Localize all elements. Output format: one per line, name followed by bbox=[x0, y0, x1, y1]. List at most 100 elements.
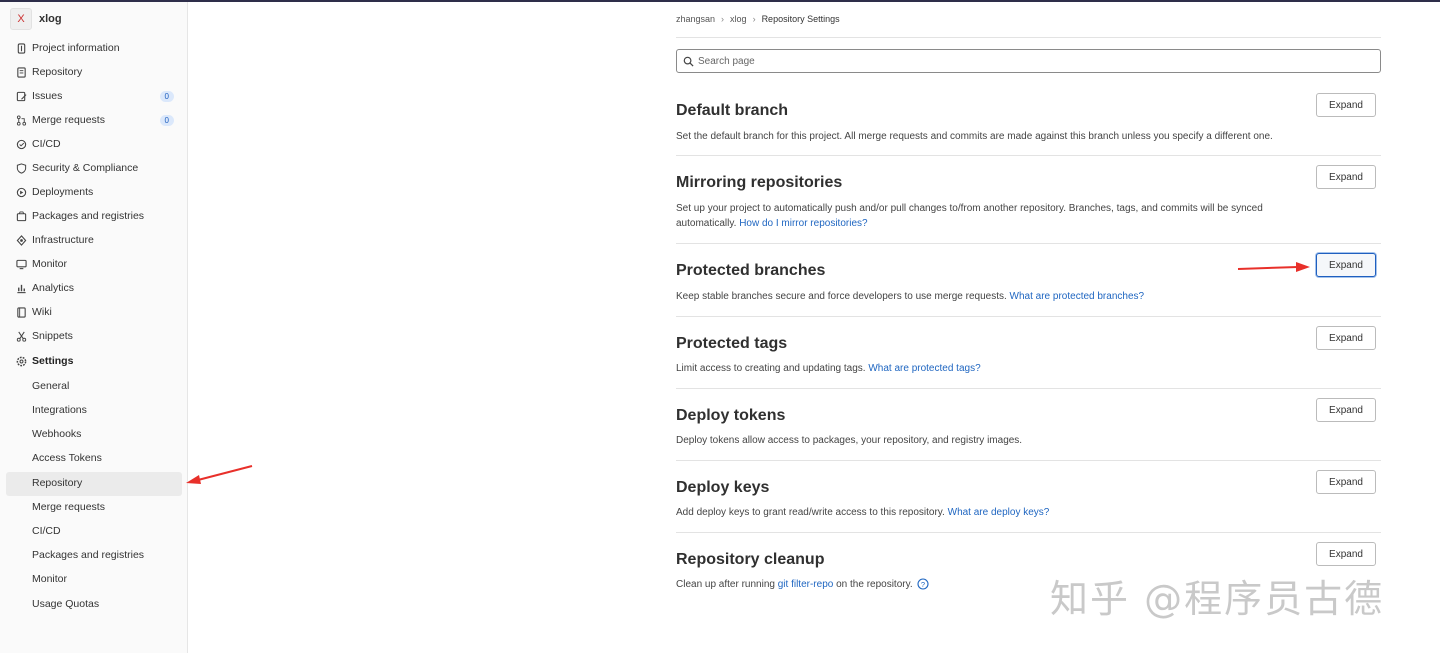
repository-icon bbox=[17, 66, 26, 78]
sidebar-item-label: Merge requests bbox=[32, 114, 105, 126]
infrastructure-icon bbox=[16, 234, 27, 246]
sidebar-item-security-compliance[interactable]: Security & Compliance bbox=[16, 158, 174, 178]
expand-button-default-branch[interactable]: Expand bbox=[1316, 93, 1376, 117]
git-filter-repo-link[interactable]: git filter-repo bbox=[778, 579, 834, 590]
description-text: Add deploy keys to grant read/write acce… bbox=[676, 507, 945, 518]
sidebar-item-analytics[interactable]: Analytics bbox=[16, 278, 174, 298]
section-divider bbox=[676, 155, 1381, 156]
sidebar-item-packages-registries[interactable]: Packages and registries bbox=[16, 206, 174, 226]
settings-sub-repository[interactable]: Repository bbox=[32, 473, 82, 493]
analytics-icon bbox=[17, 284, 26, 293]
sidebar-item-repository[interactable]: Repository bbox=[16, 62, 174, 82]
sidebar: X xlog Project information Repository Is… bbox=[0, 2, 188, 653]
deployments-icon bbox=[16, 187, 27, 197]
sidebar-item-label: Deployments bbox=[32, 186, 94, 198]
section-divider bbox=[676, 460, 1381, 461]
project-name: xlog bbox=[39, 13, 62, 25]
description-text: on the repository. bbox=[836, 579, 913, 590]
shield-icon bbox=[16, 162, 27, 174]
settings-sub-packages-registries[interactable]: Packages and registries bbox=[32, 545, 144, 565]
question-circle-icon[interactable]: ? bbox=[917, 578, 929, 590]
monitor-icon bbox=[16, 259, 27, 269]
sidebar-item-label: Settings bbox=[32, 355, 74, 367]
search-icon bbox=[683, 56, 694, 67]
sidebar-item-settings[interactable]: Settings bbox=[16, 351, 174, 371]
description-text: Limit access to creating and updating ta… bbox=[676, 363, 866, 374]
settings-icon bbox=[16, 356, 27, 366]
settings-sub-integrations[interactable]: Integrations bbox=[32, 400, 87, 420]
sidebar-item-label: Infrastructure bbox=[32, 234, 94, 246]
settings-sub-general[interactable]: General bbox=[32, 376, 69, 396]
sidebar-item-issues[interactable]: Issues 0 bbox=[16, 86, 174, 106]
section-title: Default branch bbox=[676, 102, 789, 119]
wiki-icon bbox=[17, 306, 26, 318]
chevron-right-icon: › bbox=[752, 14, 756, 24]
sidebar-item-infrastructure[interactable]: Infrastructure bbox=[16, 230, 174, 250]
section-title: Deploy tokens bbox=[676, 407, 786, 424]
breadcrumb-current[interactable]: Repository Settings bbox=[762, 14, 840, 24]
sidebar-item-label: Project information bbox=[32, 42, 120, 54]
section-description: Set the default branch for this project.… bbox=[676, 129, 1296, 144]
annotation-arrow-sidebar bbox=[186, 465, 253, 484]
protected-branches-help-link[interactable]: What are protected branches? bbox=[1010, 291, 1145, 302]
search-input[interactable] bbox=[698, 55, 1358, 67]
expand-button-protected-tags[interactable]: Expand bbox=[1316, 326, 1376, 350]
sidebar-item-wiki[interactable]: Wiki bbox=[16, 302, 174, 322]
settings-sub-webhooks[interactable]: Webhooks bbox=[32, 424, 81, 444]
sidebar-item-label: Monitor bbox=[32, 258, 68, 270]
description-text: Keep stable branches secure and force de… bbox=[676, 291, 1007, 302]
sidebar-item-label: Snippets bbox=[32, 330, 73, 342]
search-box bbox=[676, 49, 1381, 73]
mirror-help-link[interactable]: How do I mirror repositories? bbox=[739, 218, 867, 229]
project-header[interactable]: X xlog bbox=[10, 8, 62, 30]
sidebar-item-deployments[interactable]: Deployments bbox=[16, 182, 174, 202]
section-divider bbox=[676, 388, 1381, 389]
expand-button-protected-branches[interactable]: Expand bbox=[1316, 253, 1376, 277]
expand-button-mirroring[interactable]: Expand bbox=[1316, 165, 1376, 189]
sidebar-item-label: Issues bbox=[32, 90, 63, 102]
sidebar-item-label: Analytics bbox=[32, 282, 75, 294]
sidebar-item-ci-cd[interactable]: CI/CD bbox=[16, 134, 174, 154]
description-text: Deploy tokens allow access to packages, … bbox=[676, 435, 1023, 446]
expand-button-repository-cleanup[interactable]: Expand bbox=[1316, 542, 1376, 566]
settings-sub-merge-requests[interactable]: Merge requests bbox=[32, 497, 105, 517]
section-title: Protected branches bbox=[676, 262, 826, 279]
sidebar-item-label: CI/CD bbox=[32, 138, 61, 150]
package-icon bbox=[16, 210, 27, 221]
section-description: Set up your project to automatically pus… bbox=[676, 201, 1296, 231]
sidebar-item-merge-requests[interactable]: Merge requests 0 bbox=[16, 110, 174, 130]
settings-sub-monitor[interactable]: Monitor bbox=[32, 569, 67, 589]
breadcrumb-project[interactable]: xlog bbox=[730, 14, 747, 24]
section-description: Deploy tokens allow access to packages, … bbox=[676, 433, 1296, 448]
sidebar-item-label: Repository bbox=[32, 66, 83, 78]
sidebar-item-project-information[interactable]: Project information bbox=[16, 38, 174, 58]
merge-requests-count-badge: 0 bbox=[159, 114, 174, 126]
breadcrumb-user[interactable]: zhangsan bbox=[676, 14, 715, 24]
expand-button-deploy-keys[interactable]: Expand bbox=[1316, 470, 1376, 494]
annotation-arrow-expand bbox=[1237, 262, 1310, 272]
sidebar-item-monitor[interactable]: Monitor bbox=[16, 254, 174, 274]
settings-sub-ci-cd[interactable]: CI/CD bbox=[32, 521, 61, 541]
sidebar-item-snippets[interactable]: Snippets bbox=[16, 326, 174, 346]
deploy-keys-help-link[interactable]: What are deploy keys? bbox=[948, 507, 1050, 518]
section-title: Mirroring repositories bbox=[676, 174, 843, 191]
breadcrumb-divider bbox=[676, 37, 1381, 38]
ci-cd-icon bbox=[16, 139, 27, 149]
protected-tags-help-link[interactable]: What are protected tags? bbox=[868, 363, 980, 374]
merge-requests-icon bbox=[16, 114, 27, 126]
sidebar-item-label: Packages and registries bbox=[32, 210, 145, 222]
description-text: Set the default branch for this project.… bbox=[676, 131, 1273, 142]
settings-sub-access-tokens[interactable]: Access Tokens bbox=[32, 448, 102, 468]
issues-icon bbox=[16, 91, 27, 101]
project-information-icon bbox=[17, 42, 26, 54]
section-divider bbox=[676, 316, 1381, 317]
chevron-right-icon: › bbox=[721, 14, 725, 24]
project-avatar: X bbox=[10, 8, 32, 30]
section-title: Repository cleanup bbox=[676, 551, 825, 568]
section-description: Limit access to creating and updating ta… bbox=[676, 361, 1296, 376]
section-divider bbox=[676, 243, 1381, 244]
watermark: 知乎 @程序员古德 bbox=[1050, 577, 1385, 621]
sidebar-item-label: Wiki bbox=[32, 306, 52, 318]
expand-button-deploy-tokens[interactable]: Expand bbox=[1316, 398, 1376, 422]
settings-sub-usage-quotas[interactable]: Usage Quotas bbox=[32, 594, 99, 614]
